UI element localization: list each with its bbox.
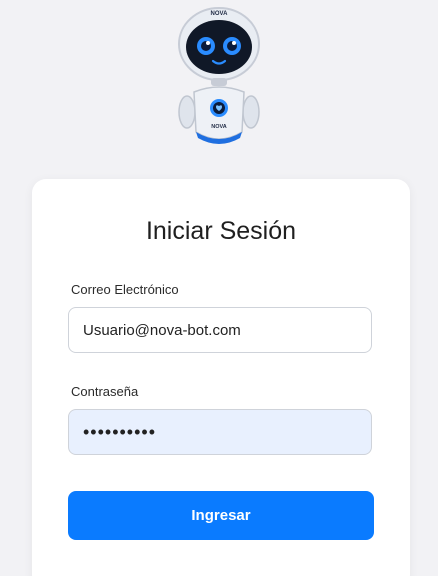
email-label: Correo Electrónico xyxy=(71,282,179,297)
logo-top-text: NOVA xyxy=(211,11,229,17)
email-field[interactable] xyxy=(68,307,372,353)
password-label: Contraseña xyxy=(71,384,139,399)
submit-button[interactable]: Ingresar xyxy=(68,491,374,540)
nova-robot-logo: NOVA NOVA xyxy=(178,7,260,144)
password-field[interactable] xyxy=(68,409,372,455)
logo-body-text: NOVA xyxy=(211,124,227,130)
login-page: NOVA NOVA Iniciar Sesión Correo Electrón… xyxy=(0,0,438,576)
page-title: Iniciar Sesión xyxy=(145,217,297,245)
login-card: Iniciar Sesión Correo Electrónico Contra… xyxy=(32,179,410,576)
